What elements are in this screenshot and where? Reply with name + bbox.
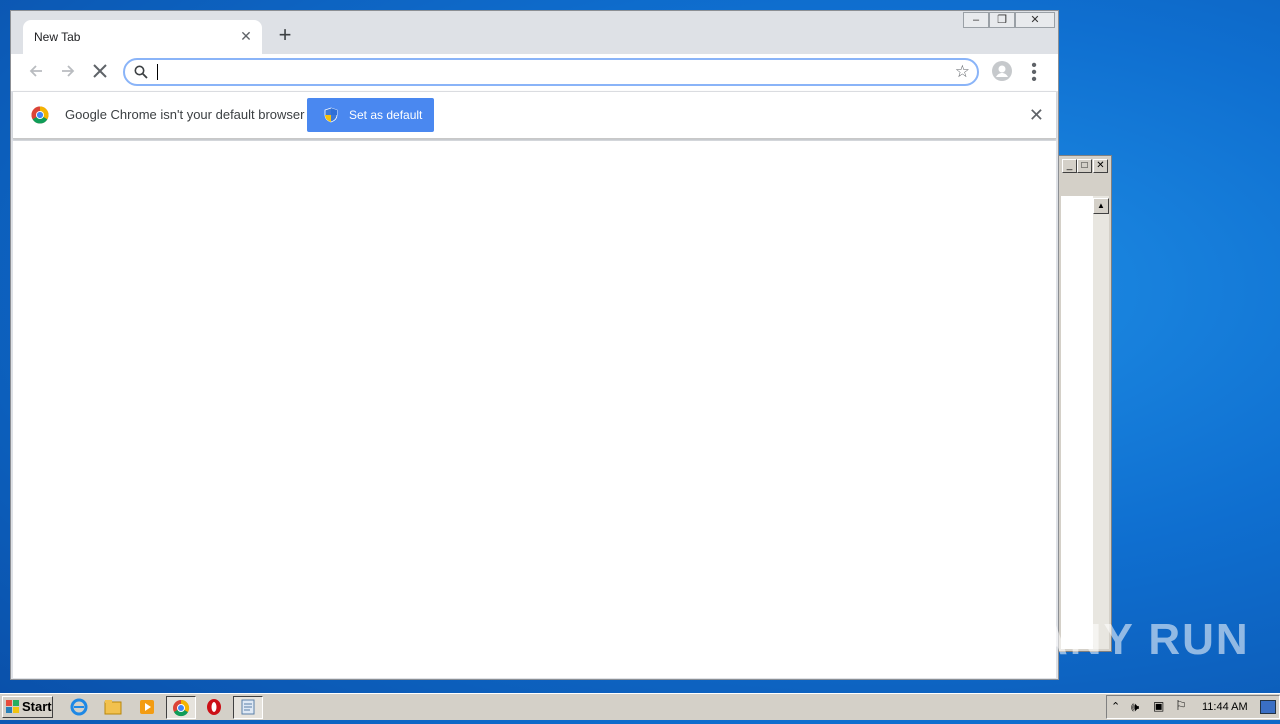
person-icon	[996, 65, 1008, 77]
windows-flag-icon	[6, 700, 20, 714]
window-close-button[interactable]: ✕	[1015, 12, 1055, 28]
tab-new-tab[interactable]: New Tab ✕	[23, 20, 262, 54]
vertical-scrollbar[interactable]	[1093, 196, 1109, 649]
show-hidden-icons-icon[interactable]: ⌃	[1111, 700, 1120, 713]
clock[interactable]: 11:44 AM	[1202, 701, 1248, 713]
internet-explorer-icon[interactable]	[69, 697, 91, 717]
notepad-taskbar-icon[interactable]	[233, 696, 263, 719]
tab-title: New Tab	[34, 30, 81, 44]
set-as-default-label: Set as default	[349, 108, 423, 122]
close-icon	[93, 64, 107, 78]
watermark-text: ANY RUN	[1036, 615, 1250, 664]
address-input[interactable]	[159, 63, 937, 81]
minimize-button[interactable]: _	[1062, 159, 1077, 173]
media-player-icon[interactable]	[137, 697, 159, 717]
stop-loading-button[interactable]	[89, 62, 111, 84]
maximize-button[interactable]: □	[1077, 159, 1092, 173]
show-desktop-icon[interactable]	[1260, 700, 1276, 714]
infobar-message: Google Chrome isn't your default browser	[65, 107, 305, 122]
chrome-menu-button[interactable]: • • •	[1029, 58, 1039, 88]
background-window-titlebar[interactable]: _ □ ✕	[1059, 156, 1111, 178]
start-button[interactable]: Start	[2, 696, 53, 718]
taskbar: Start ⌃ 🕪 ▣ ⚐ 11:44 AM	[0, 693, 1280, 720]
arrow-left-icon	[29, 65, 42, 77]
window-minimize-button[interactable]: –	[963, 12, 989, 28]
infobar-close-icon[interactable]: ✕	[1029, 106, 1044, 124]
bookmark-star-icon[interactable]: ☆	[955, 62, 970, 82]
default-browser-infobar: Google Chrome isn't your default browser…	[13, 91, 1056, 139]
search-icon	[134, 65, 148, 84]
arrow-right-icon	[62, 65, 75, 77]
anyrun-watermark: ANY RUN	[1036, 608, 1250, 672]
new-tab-button[interactable]: +	[275, 24, 295, 46]
forward-button[interactable]	[57, 62, 79, 84]
page-content	[13, 141, 1056, 678]
scroll-up-button[interactable]: ▲	[1093, 198, 1109, 214]
background-window: _ □ ✕ ▲	[1058, 155, 1112, 652]
profile-avatar[interactable]	[992, 61, 1012, 81]
window-restore-button[interactable]: ❐	[989, 12, 1015, 28]
chrome-taskbar-icon[interactable]	[166, 696, 196, 719]
browser-toolbar: ☆ • • •	[11, 54, 1058, 91]
set-as-default-button[interactable]: Set as default	[307, 98, 434, 132]
opera-icon[interactable]	[204, 697, 226, 717]
chrome-window: – ❐ ✕ New Tab ✕ + ☆ • • • Google Chrome …	[10, 10, 1059, 680]
chrome-logo-icon	[31, 106, 49, 129]
system-tray: ⌃ 🕪 ▣ ⚐ 11:44 AM	[1106, 695, 1280, 719]
tab-close-icon[interactable]: ✕	[238, 28, 254, 44]
text-caret	[157, 64, 158, 80]
shield-icon	[324, 107, 338, 126]
action-center-flag-icon[interactable]: ⚐	[1175, 698, 1187, 714]
back-button[interactable]	[25, 62, 47, 84]
file-explorer-icon[interactable]	[103, 697, 125, 717]
volume-icon[interactable]: 🕪	[1131, 699, 1139, 715]
start-label: Start	[22, 699, 52, 714]
close-button[interactable]: ✕	[1093, 159, 1108, 173]
omnibox[interactable]: ☆	[123, 58, 979, 86]
network-icon[interactable]: ▣	[1153, 699, 1164, 713]
